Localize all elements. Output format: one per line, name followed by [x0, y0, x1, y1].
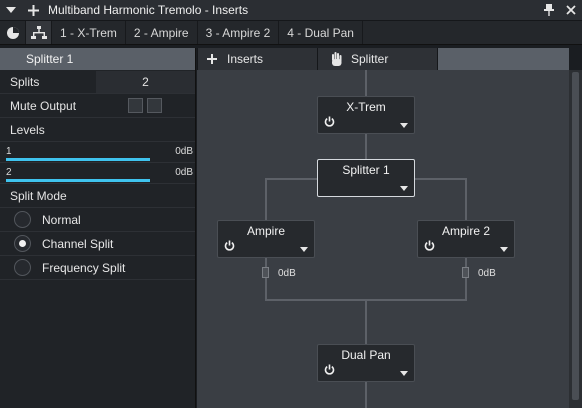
- header-spacer: [437, 48, 569, 70]
- tab-insert-3[interactable]: 3 - Ampire 2: [198, 21, 280, 44]
- mode-normal-option[interactable]: Normal: [0, 208, 195, 232]
- mode-normal-label: Normal: [42, 212, 81, 227]
- panel-title: Splitter 1: [0, 48, 195, 70]
- mute-output-1-button[interactable]: [128, 98, 143, 113]
- mute-output-2-button[interactable]: [147, 98, 162, 113]
- splits-row: Splits 2: [0, 70, 195, 94]
- tab-insert-1[interactable]: 1 - X-Trem: [52, 21, 126, 44]
- wire-right-down: [465, 258, 467, 300]
- chevron-down-icon[interactable]: [400, 371, 408, 376]
- level-slider-2[interactable]: 2 0dB: [0, 163, 195, 184]
- level-1-bar: [6, 158, 150, 161]
- level-1-value: 0dB: [175, 146, 193, 157]
- ampire-node[interactable]: Ampire: [217, 220, 315, 258]
- power-bypass-icon[interactable]: [0, 21, 26, 44]
- close-icon[interactable]: [560, 0, 582, 21]
- split-mode-label: Split Mode: [10, 188, 67, 203]
- chevron-down-icon[interactable]: [300, 247, 308, 252]
- power-icon[interactable]: [224, 240, 235, 254]
- splitter-settings-panel: Splitter 1 Splits 2 Mute Output Levels 1…: [0, 48, 196, 408]
- add-insert-button[interactable]: Inserts: [197, 48, 317, 70]
- wire-split-left: [265, 178, 267, 220]
- add-icon[interactable]: [22, 0, 44, 21]
- power-icon[interactable]: [324, 116, 335, 130]
- pin-icon[interactable]: [538, 0, 560, 21]
- mode-frequency-split-radio[interactable]: [14, 259, 31, 276]
- wire-left-down: [265, 258, 267, 300]
- mode-frequency-split-option[interactable]: Frequency Split: [0, 256, 195, 280]
- routing-view-icon[interactable]: [26, 21, 52, 44]
- splitter-node-label: Splitter 1: [342, 163, 390, 177]
- splits-value[interactable]: 2: [96, 70, 195, 93]
- wire-merge-down: [365, 299, 367, 344]
- ampire2-node[interactable]: Ampire 2: [417, 220, 515, 258]
- branch-1-fader[interactable]: [262, 267, 269, 278]
- branch-2-fader[interactable]: [462, 267, 469, 278]
- levels-label: Levels: [10, 122, 45, 137]
- splitter-node[interactable]: Splitter 1: [317, 159, 415, 197]
- level-slider-1[interactable]: 1 0dB: [0, 142, 195, 163]
- plus-icon: [207, 54, 217, 64]
- inserts-label: Inserts: [227, 52, 264, 66]
- vertical-scrollbar[interactable]: [569, 70, 582, 408]
- ampire-node-label: Ampire: [246, 224, 285, 238]
- chevron-down-icon[interactable]: [400, 186, 408, 191]
- level-1-number: 1: [6, 146, 12, 157]
- level-2-value: 0dB: [175, 167, 193, 178]
- mode-channel-split-radio[interactable]: [14, 235, 31, 252]
- splitter-label: Splitter: [351, 52, 389, 66]
- split-mode-row: Split Mode: [0, 184, 195, 208]
- mode-channel-split-option[interactable]: Channel Split: [0, 232, 195, 256]
- xtrem-node[interactable]: X-Trem: [317, 96, 415, 134]
- wire-split-right: [465, 178, 467, 220]
- insert-tab-bar: 1 - X-Trem 2 - Ampire 3 - Ampire 2 4 - D…: [0, 21, 582, 45]
- power-icon[interactable]: [424, 240, 435, 254]
- tab-insert-4[interactable]: 4 - Dual Pan: [279, 21, 363, 44]
- levels-row: Levels: [0, 118, 195, 142]
- level-2-bar: [6, 179, 150, 182]
- window-title: Multiband Harmonic Tremolo - Inserts: [48, 3, 249, 17]
- title-bar: Multiband Harmonic Tremolo - Inserts: [0, 0, 582, 21]
- mute-output-label: Mute Output: [10, 98, 77, 113]
- wire-out: [365, 382, 367, 408]
- mode-frequency-split-label: Frequency Split: [42, 260, 126, 275]
- mode-channel-split-label: Channel Split: [42, 236, 114, 251]
- wire-xtrem-splitter: [365, 134, 367, 160]
- ampire2-node-label: Ampire 2: [441, 224, 491, 238]
- scrollbar-thumb[interactable]: [572, 72, 579, 400]
- routing-canvas: X-Trem Splitter 1 Ampire Ampire 2 0dB 0d…: [197, 70, 569, 408]
- window-menu-icon[interactable]: [0, 0, 22, 21]
- add-splitter-button[interactable]: Splitter: [317, 48, 437, 70]
- power-icon[interactable]: [324, 364, 335, 378]
- branch-1-gain: 0dB: [278, 268, 296, 279]
- mode-normal-radio[interactable]: [14, 211, 31, 228]
- tab-insert-2[interactable]: 2 - Ampire: [126, 21, 198, 44]
- hand-icon: [330, 51, 343, 67]
- level-2-number: 2: [6, 167, 12, 178]
- mute-output-row: Mute Output: [0, 94, 195, 118]
- dualpan-node[interactable]: Dual Pan: [317, 344, 415, 382]
- dualpan-node-label: Dual Pan: [341, 348, 391, 362]
- branch-2-gain: 0dB: [478, 268, 496, 279]
- chevron-down-icon[interactable]: [500, 247, 508, 252]
- chevron-down-icon[interactable]: [400, 123, 408, 128]
- wire-in: [365, 70, 367, 96]
- splits-label: Splits: [10, 74, 40, 89]
- radio-selected-dot: [19, 240, 26, 247]
- xtrem-node-label: X-Trem: [346, 100, 386, 114]
